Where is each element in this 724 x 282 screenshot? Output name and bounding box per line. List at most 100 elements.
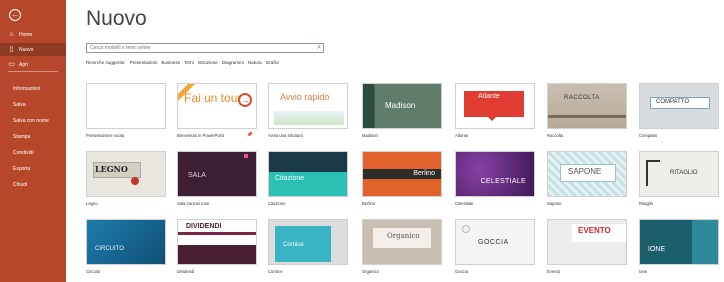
template-thumbnail[interactable]: Fai un tour → [177, 83, 257, 129]
sidebar-item-label: Home [19, 31, 33, 38]
page-title: Nuovo [86, 7, 147, 30]
template-thumbnail[interactable]: LEGNO [86, 151, 166, 197]
accent-band [178, 232, 256, 235]
template-thumbnail[interactable]: SAPONE [547, 151, 627, 197]
template-thumbnail[interactable]: DIVIDENDI [177, 219, 257, 265]
sidebar-item-close[interactable]: Chiudi [13, 182, 27, 188]
search-placeholder: Cerca modelli e temi online [90, 45, 151, 51]
template-caption: Sapone [547, 201, 562, 206]
sidebar-item-export[interactable]: Esporta [13, 166, 30, 172]
sidebar-item-save-as[interactable]: Salva con nome [13, 118, 49, 124]
template-thumbnail[interactable]: RACCOLTA [547, 83, 627, 129]
thumbnail-text: CIRCUITO [95, 246, 124, 252]
thumbnail-text: SAPONE [568, 167, 602, 176]
template-caption: Celestiale [455, 201, 474, 206]
dark-band [269, 152, 347, 172]
thumbnail-text: IONE [648, 246, 666, 253]
template-thumbnail[interactable] [86, 83, 166, 129]
template-caption: Cornice [268, 269, 283, 274]
template-thumbnail[interactable]: CELESTIALE [455, 151, 535, 197]
thumbnail-text: Madison [385, 101, 416, 110]
sidebar-divider [8, 71, 58, 72]
template-caption: Legno [86, 201, 98, 206]
sidebar-item-label: Apri [19, 61, 28, 68]
template-caption: Ritaglio [639, 201, 653, 206]
template-thumbnail[interactable]: Citazione [268, 151, 348, 197]
powerpoint-backstage: ← ⌂ Home ▯ Nuovo ▭ Apri Informazioni Sal… [0, 0, 724, 282]
thumbnail-text: COMPATTO [656, 99, 689, 105]
template-caption: Dividendi [177, 269, 195, 274]
suggestion-link[interactable]: Natura [248, 60, 262, 68]
template-thumbnail[interactable]: SALA [177, 151, 257, 197]
template-thumbnail[interactable]: Cornice [268, 219, 348, 265]
home-icon: ⌂ [9, 31, 14, 38]
template-thumbnail[interactable]: EVENTO [547, 219, 627, 265]
thumbnail-text: Avvio rapido [280, 92, 330, 102]
sidebar-item-save[interactable]: Salva [13, 102, 26, 108]
suggestion-link[interactable]: Grafici [266, 60, 279, 68]
sidebar-item-print[interactable]: Stampa [13, 134, 30, 140]
template-caption: Berlino [362, 201, 376, 206]
sidebar-item-new[interactable]: ▯ Nuovo [0, 43, 66, 56]
thumbnail-text: Berlino [413, 170, 435, 177]
suggestion-link[interactable]: Istruzione [198, 60, 218, 68]
thumbnail-text: SALA [188, 172, 206, 179]
template-thumbnail[interactable]: Atlante [455, 83, 535, 129]
template-thumbnail[interactable]: CIRCUITO [86, 219, 166, 265]
suggested-searches-label: Ricerche suggerite: [86, 60, 126, 65]
template-thumbnail[interactable]: COMPATTO [639, 83, 719, 129]
water-drop [462, 225, 470, 233]
thumbnail-text: Organico [387, 232, 420, 240]
pointer-triangle [488, 117, 496, 121]
sidebar-item-label: Nuovo [19, 46, 34, 53]
template-caption: Organico [362, 269, 379, 274]
thumbnail-text: RACCOLTA [564, 95, 600, 101]
template-thumbnail[interactable]: Organico [362, 219, 442, 265]
suggested-searches: Ricerche suggerite: Presentazioni Busine… [86, 60, 279, 68]
template-caption: Circuito [86, 269, 101, 274]
template-thumbnail[interactable]: IONE [639, 219, 719, 265]
back-arrow-icon[interactable]: ← [9, 9, 21, 21]
thumbnail-text: GOCCIA [478, 239, 509, 246]
landscape-illustration [274, 111, 344, 125]
sidebar-item-info[interactable]: Informazioni [13, 86, 40, 92]
thumbnail-text: Citazione [275, 175, 305, 182]
search-icon[interactable]: ⌕ [317, 44, 321, 52]
template-caption: Raccolta [547, 133, 564, 138]
sidebar-item-share[interactable]: Condividi [13, 150, 34, 156]
thumbnail-text: LEGNO [95, 164, 128, 174]
accent-band [692, 220, 718, 264]
sidebar-item-home[interactable]: ⌂ Home [0, 28, 66, 41]
template-caption: Compatto [639, 133, 658, 138]
suggestion-link[interactable]: Presentazioni [130, 60, 158, 68]
accent-square [244, 154, 248, 158]
template-caption: Benvenuto in PowerPoint [177, 133, 225, 138]
suggestion-link[interactable]: Diagrammi [222, 60, 244, 68]
template-caption: Madison [362, 133, 378, 138]
arrow-right-icon: → [238, 93, 252, 107]
sidebar-item-open[interactable]: ▭ Apri [0, 58, 66, 71]
search-input[interactable]: Cerca modelli e temi online ⌕ [86, 43, 324, 53]
template-thumbnail[interactable]: Madison [362, 83, 442, 129]
suggestion-link[interactable]: Business [161, 60, 180, 68]
suggestion-link[interactable]: Temi [184, 60, 194, 68]
open-folder-icon: ▭ [8, 61, 15, 68]
template-caption: Presentazione vuota [86, 133, 125, 138]
decor-strip [548, 115, 626, 118]
template-thumbnail[interactable]: RITAGLIO [639, 151, 719, 197]
template-caption: Evento [547, 269, 561, 274]
new-doc-icon: ▯ [9, 46, 14, 53]
template-caption: Goccia [455, 269, 469, 274]
thumbnail-text: Atlante [478, 93, 500, 100]
template-thumbnail[interactable]: Berlino [362, 151, 442, 197]
pin-icon[interactable]: 📌 [247, 132, 253, 138]
template-thumbnail[interactable]: Avvio rapido [268, 83, 348, 129]
thumbnail-text: Fai un tour [184, 91, 242, 105]
thumbnail-text: Cornice [283, 242, 304, 248]
template-caption: Sala riunioni Ione [177, 201, 210, 206]
template-thumbnail[interactable]: GOCCIA [455, 219, 535, 265]
red-seal [131, 177, 139, 185]
thumbnail-text: EVENTO [578, 226, 611, 235]
backstage-sidebar: ← ⌂ Home ▯ Nuovo ▭ Apri Informazioni Sal… [0, 0, 66, 282]
template-caption: Atlante [455, 133, 469, 138]
